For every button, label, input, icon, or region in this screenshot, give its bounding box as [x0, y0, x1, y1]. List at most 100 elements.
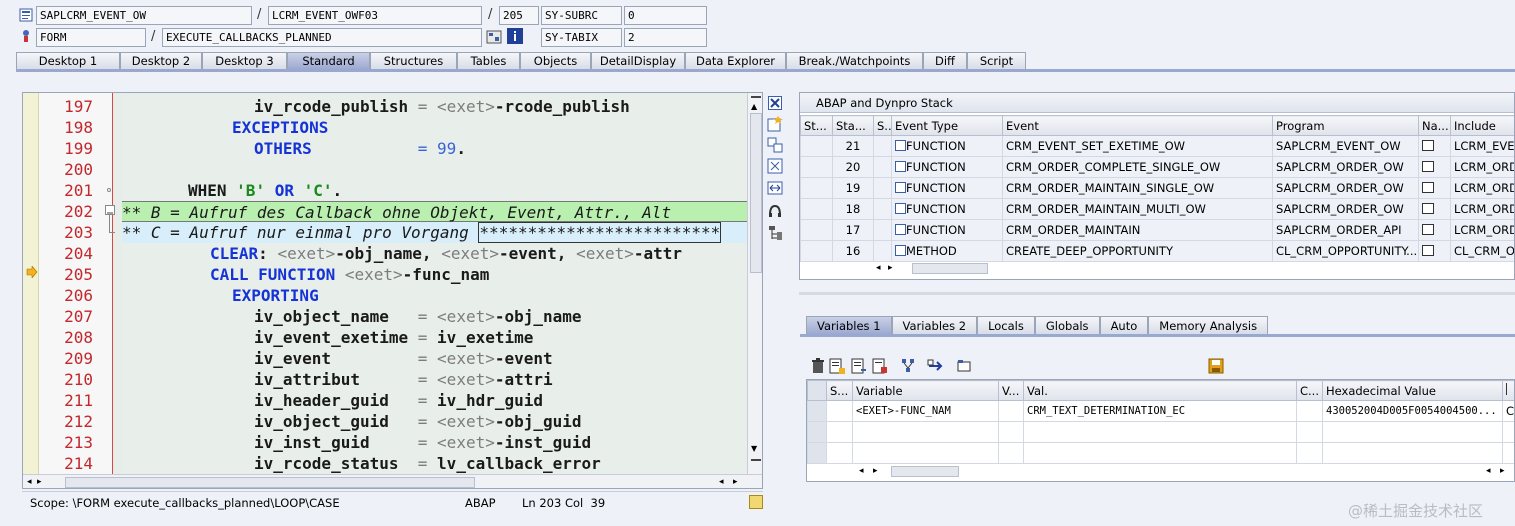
info-icon[interactable] [507, 28, 523, 44]
row-selector[interactable] [807, 421, 827, 443]
col-header[interactable]: St... [800, 115, 833, 136]
services-icon[interactable] [766, 203, 784, 219]
line-field[interactable]: 205 [499, 6, 539, 25]
nav-cell[interactable] [1418, 240, 1451, 262]
col-header[interactable]: Na... [1418, 115, 1451, 136]
import-icon[interactable] [850, 358, 868, 374]
scroll-up-icon[interactable]: ▲ [751, 103, 757, 111]
variable-name-input[interactable] [852, 442, 999, 464]
stack-hscroll-thumb[interactable] [912, 263, 988, 274]
col-header[interactable]: Include [1450, 115, 1514, 136]
fold-collapse-icon[interactable] [105, 205, 115, 215]
table-row[interactable] [807, 442, 1514, 464]
table-row[interactable]: 20 FUNCTION CRM_ORDER_COMPLETE_SINGLE_OW… [800, 156, 1514, 178]
variables-hscroll-thumb[interactable] [891, 466, 959, 477]
scroll-right-icon[interactable]: ▸ [873, 466, 878, 476]
type-field[interactable]: FORM [36, 28, 146, 47]
scroll-right-icon[interactable]: ▸ [37, 477, 42, 487]
program-field[interactable]: SAPLCRM_EVENT_OW [36, 6, 252, 25]
include-field[interactable]: LCRM_EVENT_OWF03 [268, 6, 482, 25]
table-row[interactable]: 21 FUNCTION CRM_EVENT_SET_EXETIME_OW SAP… [800, 135, 1514, 157]
col-header[interactable]: Sta... [832, 115, 874, 136]
hierarchy-icon[interactable] [899, 358, 917, 374]
col-header[interactable]: Program [1272, 115, 1419, 136]
variable-value[interactable]: CRM_TEXT_DETERMINATION_EC [1023, 400, 1297, 422]
row-selector[interactable] [807, 380, 827, 401]
scroll-thumb[interactable] [750, 113, 762, 273]
breakpoint-gutter[interactable] [23, 93, 39, 488]
tab-desktop-1[interactable]: Desktop 1 [16, 52, 120, 70]
tab-auto[interactable]: Auto [1099, 316, 1149, 335]
nav-cell[interactable] [1418, 135, 1451, 157]
variable-name-input[interactable] [852, 421, 999, 443]
table-row[interactable]: 17 FUNCTION CRM_ORDER_MAINTAIN SAPLCRM_O… [800, 219, 1514, 241]
new-tool-icon[interactable] [766, 116, 784, 132]
navigate-icon[interactable] [486, 29, 502, 45]
tab-memory-analysis[interactable]: Memory Analysis [1148, 316, 1269, 335]
nav-cell[interactable] [1418, 156, 1451, 178]
sysvar-field-1[interactable]: SY-SUBRC [541, 6, 622, 25]
maximize-icon[interactable] [766, 158, 784, 174]
col-header[interactable]: Hexadecimal Value [1322, 380, 1503, 401]
tab-standard[interactable]: Standard [287, 52, 370, 70]
scroll-right-icon[interactable]: ▸ [888, 263, 893, 273]
tab-breakpoints[interactable]: Break./Watchpoints [786, 52, 923, 70]
source-editor[interactable]: 197 198 199 200 201 202 203 204 205 206 … [22, 92, 763, 489]
save-icon[interactable] [1207, 358, 1225, 374]
navigate-source-icon[interactable] [1422, 182, 1434, 193]
col-header[interactable]: C... [1296, 380, 1323, 401]
table-row[interactable] [807, 421, 1514, 443]
scroll-down-icon[interactable]: ▼ [751, 445, 757, 453]
scroll-left-icon[interactable]: ◂ [719, 477, 724, 487]
tab-variables-1[interactable]: Variables 1 [806, 316, 892, 335]
scroll-right-icon[interactable]: ▸ [733, 477, 738, 487]
navigate-source-icon[interactable] [1422, 224, 1434, 235]
hscroll-thumb[interactable] [65, 477, 475, 488]
row-selector[interactable] [807, 400, 827, 422]
scroll-bottom-icon[interactable] [751, 459, 761, 461]
col-header[interactable]: Event Type [891, 115, 1003, 136]
folder-icon[interactable] [955, 358, 973, 374]
col-header[interactable]: Val. [1023, 380, 1297, 401]
sysvar-field-2[interactable]: SY-TABIX [541, 28, 622, 47]
close-icon[interactable] [766, 95, 784, 111]
navigate-source-icon[interactable] [1422, 161, 1434, 172]
table-row[interactable]: 18 FUNCTION CRM_ORDER_MAINTAIN_MULTI_OW … [800, 198, 1514, 220]
swap-tool-icon[interactable] [766, 137, 784, 153]
resize-horizontal-icon[interactable] [766, 180, 784, 196]
tab-script[interactable]: Script [967, 52, 1026, 70]
scroll-left-icon[interactable]: ◂ [859, 466, 864, 476]
scroll-left-icon[interactable]: ◂ [27, 477, 32, 487]
navigate-source-icon[interactable] [1422, 245, 1434, 256]
nav-cell[interactable] [1418, 219, 1451, 241]
splitter[interactable] [799, 292, 1515, 295]
table-row[interactable]: 16 METHOD CREATE_DEEP_OPPORTUNITY CL_CRM… [800, 240, 1514, 262]
scroll-top-icon[interactable] [751, 96, 761, 98]
delete-icon[interactable] [809, 358, 827, 374]
table-row[interactable]: <EXET>-FUNC_NAM CRM_TEXT_DETERMINATION_E… [807, 400, 1514, 422]
tab-desktop-2[interactable]: Desktop 2 [120, 52, 202, 70]
editor-horizontal-scrollbar[interactable]: ◂ ▸ ◂ ▸ [23, 474, 762, 488]
nav-cell[interactable] [1418, 177, 1451, 199]
col-header[interactable] [1502, 380, 1514, 401]
form-name-field[interactable]: EXECUTE_CALLBACKS_PLANNED [162, 28, 482, 47]
tab-detaildisplay[interactable]: DetailDisplay [591, 52, 685, 70]
tab-diff[interactable]: Diff [923, 52, 967, 70]
status-icon[interactable] [749, 495, 763, 509]
code-area[interactable]: iv_rcode_publish = <exet>-rcode_publish … [122, 93, 747, 488]
tab-tables[interactable]: Tables [457, 52, 520, 70]
variable-name-input[interactable]: <EXET>-FUNC_NAM [852, 400, 999, 422]
scroll-left-icon[interactable]: ◂ [1486, 466, 1491, 476]
tab-desktop-3[interactable]: Desktop 3 [202, 52, 287, 70]
editor-vertical-scrollbar[interactable]: ▲ ▼ [747, 93, 762, 488]
tab-objects[interactable]: Objects [520, 52, 591, 70]
tree-icon[interactable] [766, 225, 784, 241]
col-header[interactable]: Variable [852, 380, 999, 401]
sysval-field-2[interactable]: 2 [624, 28, 707, 47]
export-icon[interactable] [871, 358, 889, 374]
col-header[interactable]: S... [826, 380, 853, 401]
tab-locals[interactable]: Locals [977, 316, 1035, 335]
scroll-left-icon[interactable]: ◂ [876, 263, 881, 273]
transfer-icon[interactable] [926, 358, 944, 374]
tab-variables-2[interactable]: Variables 2 [891, 316, 978, 335]
